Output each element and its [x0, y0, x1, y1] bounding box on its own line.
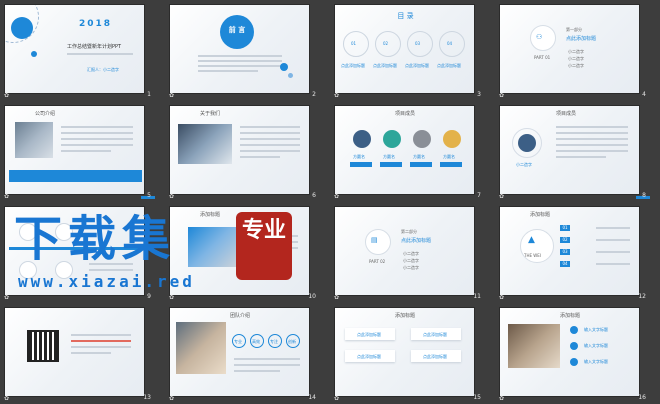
- slide-thumbnail-9[interactable]: [4, 206, 145, 296]
- slide-cell-14[interactable]: 团队介绍 专业 高效 专注 创新 ✿ 14: [165, 303, 330, 404]
- businessman-photo: [178, 124, 232, 164]
- year-text: 2018: [79, 19, 113, 29]
- slide-number: 3: [477, 91, 481, 98]
- slide-number: 16: [638, 394, 646, 401]
- slide-cell-7[interactable]: 项目成员 方圆名 方圆名 方圆名 方圆名 ✿ 7: [330, 101, 495, 202]
- slide-star-icon: ✿: [4, 294, 10, 301]
- slide-title: 添加标题: [560, 313, 581, 319]
- slide-cell-15[interactable]: 添加标题 点此添加标题 点此添加标题 点此添加标题 点此添加标题 ✿ 15: [330, 303, 495, 404]
- people-icon: ⚇: [536, 33, 543, 41]
- slide-thumbnail-15[interactable]: 添加标题 点此添加标题 点此添加标题 点此添加标题 点此添加标题: [334, 307, 475, 397]
- slide-thumbnail-5[interactable]: 公司介绍: [4, 105, 145, 195]
- slide-cell-5[interactable]: 公司介绍 ✿ 5: [0, 101, 165, 202]
- slide-thumbnail-6[interactable]: 关于我们: [169, 105, 310, 195]
- slide-title: 公司介绍: [35, 111, 56, 117]
- slide-number: 4: [642, 91, 646, 98]
- slide-title: 添加标题: [395, 313, 416, 319]
- slide-number: 6: [312, 192, 316, 199]
- avatar: [383, 130, 401, 148]
- slide-number: 11: [473, 293, 481, 300]
- slide-number: 10: [308, 293, 316, 300]
- avatar: [443, 130, 461, 148]
- slide-cell-3[interactable]: 目 录 01 02 03 04 点此添加标题 点此添加标题 点此添加标题 点此添…: [330, 0, 495, 101]
- slide-title: 关于我们: [200, 111, 221, 117]
- qr-code: [27, 330, 59, 362]
- logo-circle: [11, 17, 33, 39]
- slide-cell-16[interactable]: 添加标题 输入文字标题 输入文字标题 输入文字标题 ✿ 16: [495, 303, 660, 404]
- slide-title: 项目成员: [556, 111, 577, 117]
- chart-icon: ▤: [371, 236, 378, 244]
- slide-thumbnail-1[interactable]: 2018 工作总结暨新年计划PPT 汇报人：小二造字: [4, 4, 145, 94]
- slide-thumbnail-16[interactable]: 添加标题 输入文字标题 输入文字标题 输入文字标题: [499, 307, 640, 397]
- slide-cell-11[interactable]: ▤ PART 02 第二部分 点此添加标题 小二造字 小二造字 小二造字 ✿ 1…: [330, 202, 495, 303]
- slide-star-icon: ✿: [4, 193, 10, 200]
- slide-star-icon: ✿: [499, 395, 505, 402]
- slide-thumbnail-3[interactable]: 目 录 01 02 03 04 点此添加标题 点此添加标题 点此添加标题 点此添…: [334, 4, 475, 94]
- slide-thumbnail-2[interactable]: 前 言: [169, 4, 310, 94]
- slide-thumbnail-12[interactable]: 添加标题 ▲ THE WEI 01 02 03 04: [499, 206, 640, 296]
- slide-sorter-grid: 2018 工作总结暨新年计划PPT 汇报人：小二造字 ✿ 1 前 言 ✿ 2 目…: [0, 0, 660, 404]
- slide-number: 8: [642, 192, 646, 199]
- slide-thumbnail-11[interactable]: ▤ PART 02 第二部分 点此添加标题 小二造字 小二造字 小二造字: [334, 206, 475, 296]
- slide-star-icon: ✿: [169, 92, 175, 99]
- slide-title: 项目成员: [395, 111, 416, 117]
- slide-star-icon: ✿: [169, 193, 175, 200]
- slide-number: 7: [477, 192, 481, 199]
- slide-cell-4[interactable]: ⚇ PART 01 第一部分 点此添加标题 小二造字 小二造字 小二造字 ✿ 4: [495, 0, 660, 101]
- slide-cell-2[interactable]: 前 言 ✿ 2: [165, 0, 330, 101]
- slide-thumbnail-14[interactable]: 团队介绍 专业 高效 专注 创新: [169, 307, 310, 397]
- slide-number: 14: [308, 394, 316, 401]
- slide-cell-8[interactable]: 项目成员 小二造字 ✿ 8: [495, 101, 660, 202]
- slide-number: 5: [147, 192, 151, 199]
- slide-cell-1[interactable]: 2018 工作总结暨新年计划PPT 汇报人：小二造字 ✿ 1: [0, 0, 165, 101]
- gears-graphic: [188, 227, 236, 267]
- avatar: [413, 130, 431, 148]
- slide-cell-9[interactable]: ✿ 9: [0, 202, 165, 303]
- slide-number: 12: [638, 293, 646, 300]
- team-photo: [176, 322, 226, 374]
- slide-number: 9: [147, 293, 151, 300]
- slide-star-icon: ✿: [499, 92, 505, 99]
- blue-banner: [9, 170, 142, 182]
- slide-thumbnail-4[interactable]: ⚇ PART 01 第一部分 点此添加标题 小二造字 小二造字 小二造字: [499, 4, 640, 94]
- slide-star-icon: ✿: [4, 92, 10, 99]
- part-title: 点此添加标题: [566, 36, 597, 42]
- slide-star-icon: ✿: [499, 294, 505, 301]
- building-photo: [15, 122, 53, 158]
- slide-star-icon: ✿: [334, 294, 340, 301]
- slide-star-icon: ✿: [499, 193, 505, 200]
- slide-number: 15: [473, 394, 481, 401]
- slide-star-icon: ✿: [334, 193, 340, 200]
- slide-cell-10[interactable]: 添加标题 ✿ 10: [165, 202, 330, 303]
- slide-thumbnail-8[interactable]: 项目成员 小二造字: [499, 105, 640, 195]
- slide-thumbnail-10[interactable]: 添加标题: [169, 206, 310, 296]
- slide-cell-13[interactable]: ✿ 13: [0, 303, 165, 404]
- slide-title: 工作总结暨新年计划PPT: [67, 44, 122, 50]
- pyramid-icon: ▲: [528, 235, 535, 245]
- slide-thumbnail-13[interactable]: [4, 307, 145, 397]
- slide-title: 添加标题: [200, 212, 221, 218]
- slide-title: 目 录: [397, 12, 414, 20]
- avatar: [518, 134, 536, 152]
- slide-star-icon: ✿: [169, 294, 175, 301]
- slide-title: 添加标题: [530, 212, 551, 218]
- slide-title: 团队介绍: [230, 313, 251, 319]
- slide-number: 1: [147, 91, 151, 98]
- slide-thumbnail-7[interactable]: 项目成员 方圆名 方圆名 方圆名 方圆名: [334, 105, 475, 195]
- slide-star-icon: ✿: [334, 92, 340, 99]
- slide-star-icon: ✿: [169, 395, 175, 402]
- presenter-text: 汇报人：小二造字: [87, 67, 119, 72]
- dot-decoration: [31, 51, 37, 57]
- slide-star-icon: ✿: [4, 395, 10, 402]
- slide-number: 13: [143, 394, 151, 401]
- slide-star-icon: ✿: [334, 395, 340, 402]
- avatar: [353, 130, 371, 148]
- part-title: 点此添加标题: [401, 238, 432, 244]
- slide-title: 前 言: [228, 26, 246, 34]
- slide-cell-12[interactable]: 添加标题 ▲ THE WEI 01 02 03 04 ✿ 12: [495, 202, 660, 303]
- slide-cell-6[interactable]: 关于我们 ✿ 6: [165, 101, 330, 202]
- desk-photo: [508, 324, 560, 368]
- slide-number: 2: [312, 91, 316, 98]
